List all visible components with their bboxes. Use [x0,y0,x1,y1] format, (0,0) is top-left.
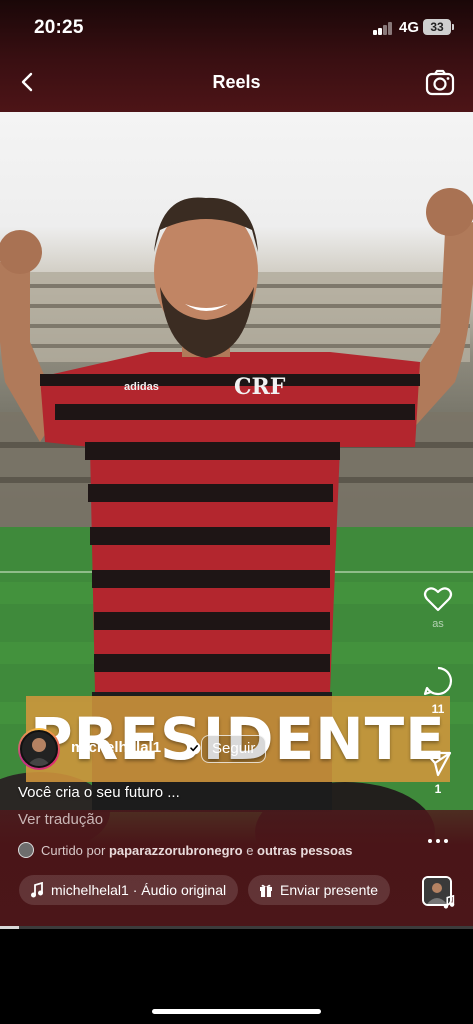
heart-icon [423,587,453,612]
video-progress-bar[interactable] [0,926,473,929]
comment-icon [423,666,453,696]
svg-text:CRF: CRF [234,374,286,400]
avatar-image [20,730,58,768]
home-indicator[interactable] [152,1009,321,1014]
translate-link[interactable]: Ver tradução [18,811,103,828]
signal-strength-icon [373,22,393,35]
comment-button[interactable]: 11 [418,665,458,716]
battery-tip [452,24,454,30]
battery-level: 33 [430,20,444,34]
status-bar: 20:25 4G 33 [0,0,473,56]
reel-photo: CRF adidas [0,188,473,927]
more-dots-icon [428,839,448,843]
verified-badge-icon [187,741,201,755]
share-button[interactable]: 1 [418,749,458,796]
top-navigation: Reels [0,60,473,104]
audio-note-icon [443,895,455,909]
svg-text:adidas: adidas [124,381,159,393]
more-options-button[interactable] [425,833,451,849]
network-type: 4G [399,19,420,36]
liked-by-others[interactable]: outras pessoas [257,843,352,858]
comment-count: 11 [431,702,445,716]
profile-photo [27,738,51,766]
liked-by-prefix: Curtido por [41,843,106,858]
gift-label: Enviar presente [280,882,379,898]
music-note-icon [31,882,43,898]
send-gift-button[interactable]: Enviar presente [248,875,391,905]
liked-by-connector: e [246,843,254,858]
page-title: Reels [212,72,261,92]
camera-icon [425,69,455,96]
author-row: michelhelal1 Seguir [18,728,318,770]
caption[interactable]: Você cria o seu futuro ... [18,784,180,801]
camera-button[interactable] [424,67,456,99]
follow-button[interactable]: Seguir [201,735,267,763]
audio-label: michelhelal1 · Áudio original [51,882,227,898]
liked-by-text: Curtido por paparazzorubronegro e outras… [41,843,352,858]
like-button[interactable]: as [418,585,458,630]
video-progress-fill [0,926,19,929]
reel-video[interactable]: CRF adidas PRESIDENTE [0,112,473,927]
status-time: 20:25 [34,17,84,38]
liked-by-user[interactable]: paparazzorubronegro [109,843,243,858]
battery-icon: 33 [423,19,451,35]
audio-pill[interactable]: michelhelal1 · Áudio original [19,875,239,905]
liked-by-avatar [18,842,34,858]
avatar[interactable] [18,728,60,770]
gift-icon [260,884,272,897]
share-count: 1 [434,782,442,796]
like-count: as [432,618,444,630]
send-icon [424,751,452,777]
username[interactable]: michelhelal1 [71,739,161,756]
